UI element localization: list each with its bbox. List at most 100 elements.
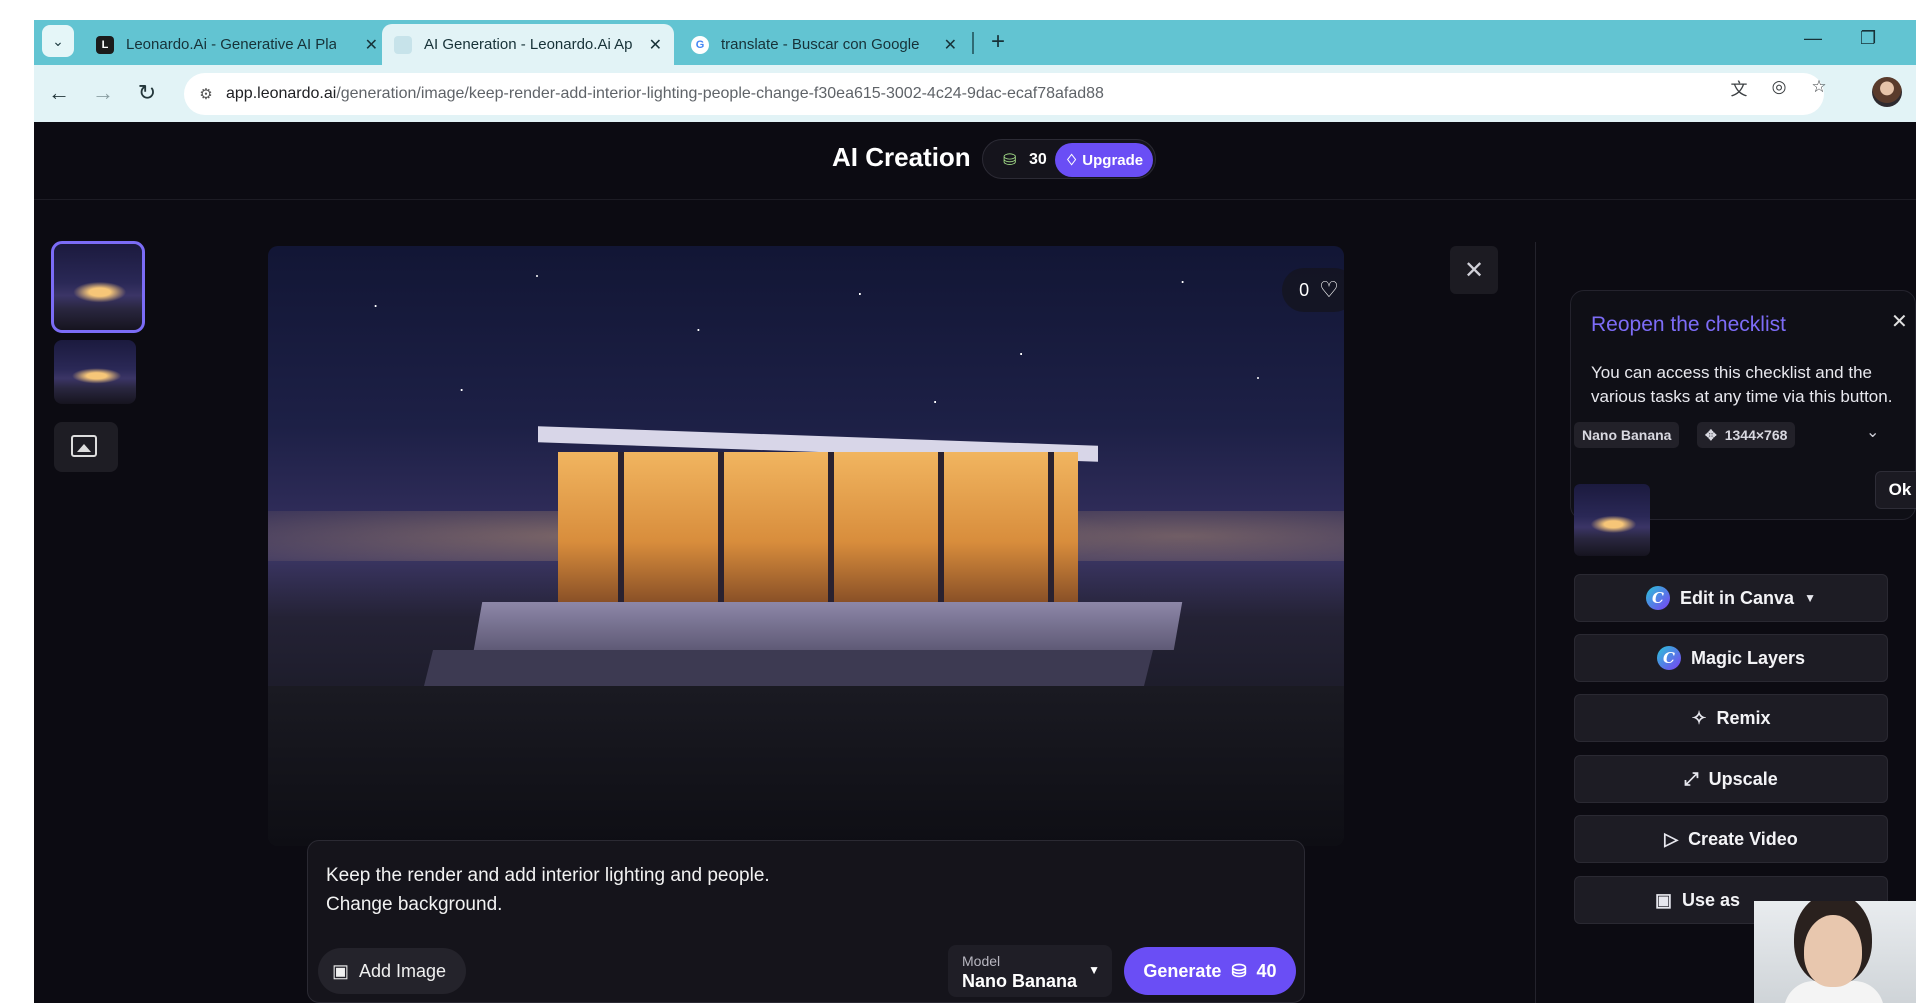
upscale-icon: ⤢ [1684, 768, 1699, 789]
upscale-button[interactable]: ⤢ Upscale [1574, 755, 1888, 803]
model-tag: Nano Banana [1574, 422, 1680, 448]
image-icon [71, 435, 97, 457]
tab-leonardo[interactable]: L Leonardo.Ai - Generative AI Pla ✕ [84, 24, 390, 65]
image-column [828, 452, 834, 602]
edit-in-canva-button[interactable]: C Edit in Canva ▼ [1574, 574, 1888, 622]
like-count: 0 [1299, 279, 1310, 300]
token-stack-icon: ⛁ [1231, 960, 1247, 981]
back-icon[interactable]: ← [44, 78, 74, 108]
image-deck [473, 602, 1183, 650]
leonardo-icon: L [96, 35, 114, 54]
image-terrace [423, 650, 1153, 690]
model-value: Nano Banana [962, 971, 1078, 991]
site-info-icon[interactable]: ⚙ [196, 84, 216, 104]
image-column [718, 452, 724, 602]
like-button[interactable]: 0 ♡ [1282, 268, 1344, 312]
chevron-down-icon[interactable]: ⌄ [1866, 422, 1879, 442]
new-tab-icon[interactable]: + [984, 28, 1012, 56]
google-icon: G [691, 35, 709, 54]
upgrade-label: Upgrade [1082, 151, 1144, 169]
generate-cost: 40 [1256, 960, 1277, 981]
reference-image-thumbnail[interactable] [1574, 484, 1650, 556]
tab-search-chevron-icon[interactable]: ⌄ [42, 25, 74, 57]
url-text[interactable]: app.leonardo.ai/generation/image/keep-re… [226, 85, 1104, 103]
prompt-textarea[interactable]: Keep the render and add interior lightin… [326, 861, 1026, 919]
translate-icon[interactable]: 文 [1728, 76, 1750, 99]
credits-pill[interactable]: ⛁ 30 ♢ Upgrade [982, 139, 1156, 179]
image-column [938, 452, 944, 602]
browser-toolbar: ← → ↻ ⚙ app.leonardo.ai/generation/image… [34, 65, 1916, 122]
magic-wand-icon: ✧ [1691, 707, 1707, 728]
heart-icon: ♡ [1319, 277, 1339, 302]
eye-off-icon[interactable]: ◎ [1768, 76, 1790, 98]
generation-thumbnail-1[interactable] [51, 241, 145, 333]
action-label: Create Video [1688, 828, 1798, 849]
page-title: AI Creation [832, 142, 971, 172]
panel-divider [1535, 242, 1536, 1003]
upgrade-button[interactable]: ♢ Upgrade [1055, 143, 1153, 177]
token-stack-icon: ⛁ [1003, 152, 1017, 169]
reload-icon[interactable]: ↻ [132, 78, 162, 108]
restore-icon[interactable]: ❐ [1860, 28, 1876, 49]
generated-image[interactable]: 0 ♡ [268, 246, 1344, 846]
ok-button[interactable]: Ok [1875, 471, 1916, 509]
tab-separator [972, 32, 974, 54]
image-ground [268, 686, 1344, 846]
tab-title: translate - Buscar con Google [721, 36, 920, 53]
credit-count: 30 [1029, 151, 1047, 168]
dimensions-tag: ✥ 1344×768 [1697, 422, 1796, 448]
image-column [1048, 452, 1054, 602]
model-label: Model [962, 953, 1001, 969]
profile-avatar[interactable] [1872, 77, 1902, 107]
image-add-icon: ▣ [332, 960, 350, 981]
webcam-person-face [1804, 915, 1862, 987]
close-icon: ✕ [1463, 256, 1485, 284]
forward-icon[interactable]: → [88, 78, 118, 108]
model-select[interactable]: Model Nano Banana ▼ [948, 945, 1112, 997]
leonardo-icon [394, 35, 412, 54]
tab-google-translate[interactable]: G translate - Buscar con Google ✕ [679, 24, 969, 65]
action-label: Use as [1682, 889, 1741, 910]
webcam-overlay [1754, 901, 1916, 1003]
action-label: Upscale [1708, 768, 1778, 789]
image-house-interior [558, 452, 1078, 602]
add-image-label: Add Image [359, 960, 447, 981]
caret-down-icon: ▼ [1088, 963, 1100, 977]
remix-button[interactable]: ✧ Remix [1574, 694, 1888, 742]
generation-thumbnail-2[interactable] [54, 340, 136, 404]
url-path: /generation/image/keep-render-add-interi… [336, 85, 1104, 102]
prompt-panel: Keep the render and add interior lightin… [307, 840, 1305, 1003]
close-tab-icon[interactable]: ✕ [365, 35, 378, 55]
url-host: app.leonardo.ai [226, 85, 337, 102]
action-label: Edit in Canva [1680, 587, 1795, 608]
add-image-button[interactable]: ▣ Add Image [318, 948, 466, 994]
caret-down-icon: ▼ [1804, 591, 1816, 605]
close-tab-icon[interactable]: ✕ [944, 35, 957, 55]
model-tag-label: Nano Banana [1582, 427, 1672, 443]
bookmark-star-icon[interactable]: ☆ [1808, 76, 1830, 98]
play-icon: ▷ [1664, 828, 1679, 849]
close-tab-icon[interactable]: ✕ [649, 35, 662, 55]
create-video-button[interactable]: ▷ Create Video [1574, 815, 1888, 863]
action-label: Magic Layers [1690, 647, 1806, 668]
tab-ai-generation[interactable]: AI Generation - Leonardo.Ai Ap ✕ [382, 24, 674, 65]
tab-title: AI Generation - Leonardo.Ai Ap [424, 36, 633, 53]
action-label: Remix [1716, 707, 1771, 728]
image-column [618, 452, 624, 602]
canva-icon: C [1646, 586, 1671, 610]
address-bar[interactable]: ⚙ app.leonardo.ai/generation/image/keep-… [184, 73, 1824, 115]
diamond-icon: ♢ [1064, 152, 1079, 169]
close-icon[interactable]: ✕ [1891, 309, 1908, 334]
dimensions-label: 1344×768 [1724, 427, 1788, 443]
resize-icon: ✥ [1705, 426, 1717, 443]
popover-body: You can access this checklist and the va… [1591, 363, 1893, 406]
app-header: AI Creation ⛁ 30 ♢ Upgrade [34, 122, 1916, 200]
generate-button[interactable]: Generate ⛁ 40 [1124, 947, 1296, 995]
source-image-thumbnail[interactable] [54, 422, 118, 472]
image-add-icon: ▣ [1655, 889, 1673, 910]
browser-window: ⌄ L Leonardo.Ai - Generative AI Pla ✕ AI… [34, 20, 1916, 1003]
generate-label: Generate [1143, 960, 1222, 981]
magic-layers-button[interactable]: C Magic Layers [1574, 634, 1888, 682]
close-button[interactable]: ✕ [1450, 246, 1498, 294]
minimize-icon[interactable]: — [1804, 28, 1822, 49]
